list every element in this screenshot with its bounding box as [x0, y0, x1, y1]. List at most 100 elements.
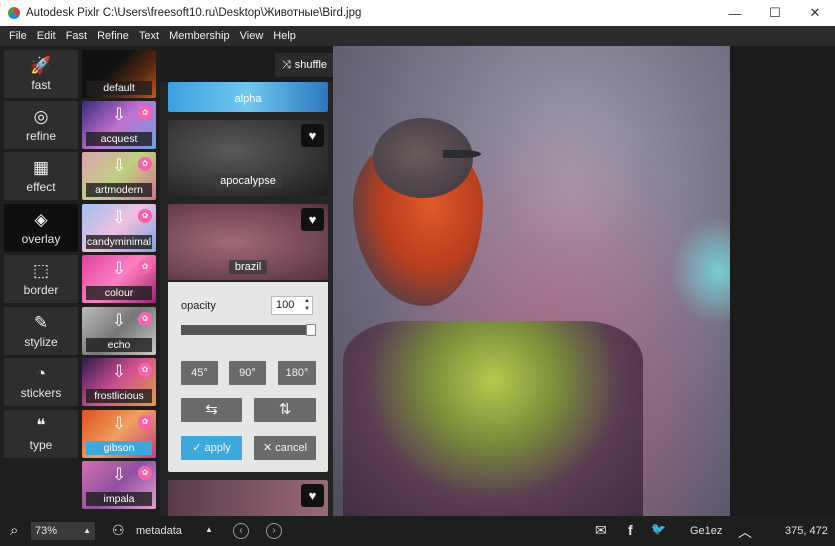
rocket-icon: 🚀 [30, 56, 52, 75]
rotate-45-button[interactable]: 45° [181, 361, 218, 385]
twitter-icon[interactable]: 🐦 [651, 522, 666, 536]
next-button[interactable]: › [266, 523, 282, 539]
tool-sidebar: 🚀 fast ◎ refine ▦ effect ◈ overlay ⬚ bor… [0, 46, 80, 516]
preset-label: artmodern [86, 183, 152, 197]
flip-vertical-button[interactable]: ⇅ [254, 398, 316, 422]
username[interactable]: Ge1ez [690, 525, 722, 537]
tool-type[interactable]: ❝ type [4, 410, 78, 458]
download-icon: ⇩ [111, 414, 127, 433]
download-icon: ⇩ [111, 156, 127, 175]
photo-canvas[interactable] [333, 46, 730, 516]
tool-stylize[interactable]: ✎ stylize [4, 307, 78, 355]
preset-label: impala [86, 492, 152, 506]
tool-border[interactable]: ⬚ border [4, 255, 78, 303]
tool-label: border [23, 283, 59, 297]
canvas-margin [730, 46, 835, 516]
preset-label: echo [86, 338, 152, 352]
overlay-brazil[interactable]: ♥ brazil [168, 204, 328, 280]
tool-label: stickers [20, 386, 62, 400]
chevron-up-icon: ▲ [83, 526, 91, 535]
search-icon[interactable]: ⌕ [10, 522, 18, 539]
preset-colour[interactable]: ⇩ ✿ colour [82, 255, 156, 303]
tool-stickers[interactable]: ◔ stickers [4, 358, 78, 406]
gift-icon: ✿ [138, 466, 152, 480]
previous-button[interactable]: ‹ [233, 523, 249, 539]
rotate-180-button[interactable]: 180° [278, 361, 316, 385]
menu-refine[interactable]: Refine [92, 30, 134, 42]
preset-artmodern[interactable]: ⇩ ✿ artmodern [82, 152, 156, 200]
facebook-icon[interactable]: f [628, 522, 633, 538]
overlay-label: apocalypse [214, 174, 282, 188]
menu-membership[interactable]: Membership [164, 30, 235, 42]
opacity-stepper[interactable]: 100 ▲ ▼ [271, 296, 313, 315]
window-title: Autodesk Pixlr C:\Users\freesoft10.ru\De… [26, 7, 362, 19]
close-button[interactable]: ✕ [795, 0, 835, 26]
cancel-label: cancel [275, 442, 308, 454]
menu-help[interactable]: Help [268, 30, 301, 42]
maximize-button[interactable]: ☐ [755, 0, 795, 26]
overlay-settings-panel: opacity 100 ▲ ▼ 45° 90° 180° ⇆ ⇅ ✓ apply … [168, 282, 328, 472]
heart-icon[interactable]: ♥ [301, 208, 324, 231]
photo-bird-beak [443, 150, 481, 158]
tool-fast[interactable]: 🚀 fast [4, 50, 78, 98]
preset-acquest[interactable]: ⇩ ✿ acquest [82, 101, 156, 149]
slider-thumb[interactable] [306, 324, 316, 336]
gift-icon: ✿ [138, 260, 152, 274]
preset-frostlicious[interactable]: ⇩ ✿ frostlicious [82, 358, 156, 406]
preset-label: gibson [86, 441, 152, 455]
opacity-slider[interactable] [181, 324, 316, 336]
overlay-apocalypse[interactable]: ♥ apocalypse [168, 120, 328, 196]
gift-icon: ✿ [138, 312, 152, 326]
layers-icon: ◈ [34, 210, 48, 229]
preset-impala[interactable]: ⇩ ✿ impala [82, 461, 156, 509]
menu-text[interactable]: Text [134, 30, 164, 42]
apply-label: apply [204, 442, 231, 454]
spin-arrows-icon[interactable]: ▲ ▼ [304, 297, 310, 313]
menu-fast[interactable]: Fast [61, 30, 92, 42]
minimize-button[interactable]: — [715, 0, 755, 26]
overlay-alpha[interactable]: alpha [168, 82, 328, 112]
tool-label: stylize [24, 335, 58, 349]
heart-icon[interactable]: ♥ [301, 124, 324, 147]
tool-effect[interactable]: ▦ effect [4, 152, 78, 200]
mail-icon[interactable]: ✉ [595, 522, 607, 539]
menu-view[interactable]: View [235, 30, 269, 42]
opacity-label: opacity [181, 300, 216, 312]
preset-label: frostlicious [86, 389, 152, 403]
gift-icon: ✿ [138, 106, 152, 120]
preset-gibson[interactable]: ⇩ ✿ gibson [82, 410, 156, 458]
menu-edit[interactable]: Edit [32, 30, 61, 42]
window-title-bar: Autodesk Pixlr C:\Users\freesoft10.ru\De… [0, 0, 835, 26]
metadata-icon: ⚇ [112, 522, 125, 538]
photo-stump [343, 321, 643, 516]
preset-echo[interactable]: ⇩ ✿ echo [82, 307, 156, 355]
overlay-label: alpha [234, 93, 262, 105]
menu-file[interactable]: File [4, 30, 32, 42]
heart-icon[interactable]: ♥ [301, 484, 324, 507]
cursor-coordinates: 375, 472 [785, 525, 828, 537]
tool-refine[interactable]: ◎ refine [4, 101, 78, 149]
quote-icon: ❝ [36, 416, 46, 435]
cancel-button[interactable]: ✕ cancel [254, 436, 316, 460]
metadata-label[interactable]: metadata [136, 525, 182, 537]
gift-icon: ✿ [138, 209, 152, 223]
flip-horizontal-button[interactable]: ⇆ [181, 398, 242, 422]
preset-default[interactable]: default [82, 50, 156, 98]
border-icon: ⬚ [32, 261, 50, 280]
tool-label: refine [25, 129, 57, 143]
tool-overlay[interactable]: ◈ overlay [4, 204, 78, 252]
metadata-toggle-icon[interactable]: ▲ [205, 525, 213, 534]
overlay-next[interactable]: ♥ [168, 480, 328, 516]
apply-button[interactable]: ✓ apply [181, 436, 242, 460]
close-icon: ✕ [262, 442, 273, 454]
brush-icon: ✎ [33, 313, 49, 332]
preset-candyminimal[interactable]: ⇩ ✿ candyminimal [82, 204, 156, 252]
shuffle-icon: ⤨ [281, 58, 291, 71]
preset-label: default [86, 81, 152, 95]
rotate-90-button[interactable]: 90° [229, 361, 266, 385]
zoom-select[interactable]: 73% ▲ [31, 522, 95, 540]
sticker-icon: ◔ [35, 364, 47, 383]
tool-label: type [29, 438, 53, 452]
shuffle-button[interactable]: ⤨ shuffle [275, 53, 334, 77]
chevron-up-icon[interactable]: ︿ [738, 522, 752, 542]
